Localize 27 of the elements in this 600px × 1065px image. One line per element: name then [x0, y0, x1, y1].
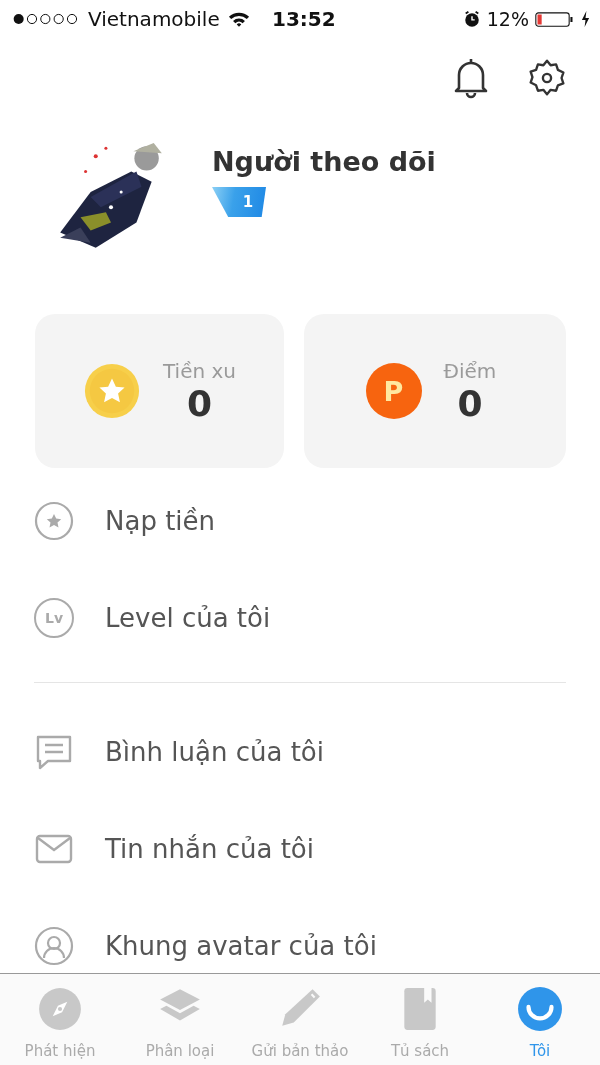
points-coin-icon: P [365, 363, 422, 419]
user-circle-icon [34, 925, 74, 966]
alarm-icon [462, 10, 481, 28]
wallet-value: 0 [457, 382, 483, 424]
wifi-icon [227, 10, 250, 28]
menu-label[interactable]: Nạp tiền [105, 505, 216, 536]
menu-label[interactable]: Tin nhắn của tôi [105, 833, 314, 864]
level-badge: 1 [212, 187, 266, 217]
battery-icon [535, 10, 575, 28]
menu-label[interactable]: Khung avatar của tôi [105, 930, 377, 961]
battery-percent: 12% [486, 8, 529, 30]
menu-label[interactable]: Bình luận của tôi [105, 736, 324, 767]
wallet-card[interactable]: P Điểm 0 [303, 314, 566, 468]
compass-icon [37, 986, 83, 1032]
charging-icon [581, 10, 590, 28]
wallet-label: Điểm [443, 358, 497, 383]
menu-label[interactable]: Level của tôi [105, 602, 271, 633]
wallet-card[interactable]: Tiền xu 0 [35, 314, 284, 468]
wallet-label: Tiền xu [163, 358, 236, 383]
level-icon: Lv [34, 597, 74, 638]
star-coin-icon [34, 500, 74, 541]
carrier-name: Vietnamobile [88, 7, 220, 31]
profile-name: Người theo dõi [212, 146, 436, 177]
status-time: 13:52 [272, 7, 336, 31]
star-coin-icon [83, 362, 141, 420]
wallet-value: 0 [186, 382, 213, 424]
smile-icon [517, 986, 563, 1032]
